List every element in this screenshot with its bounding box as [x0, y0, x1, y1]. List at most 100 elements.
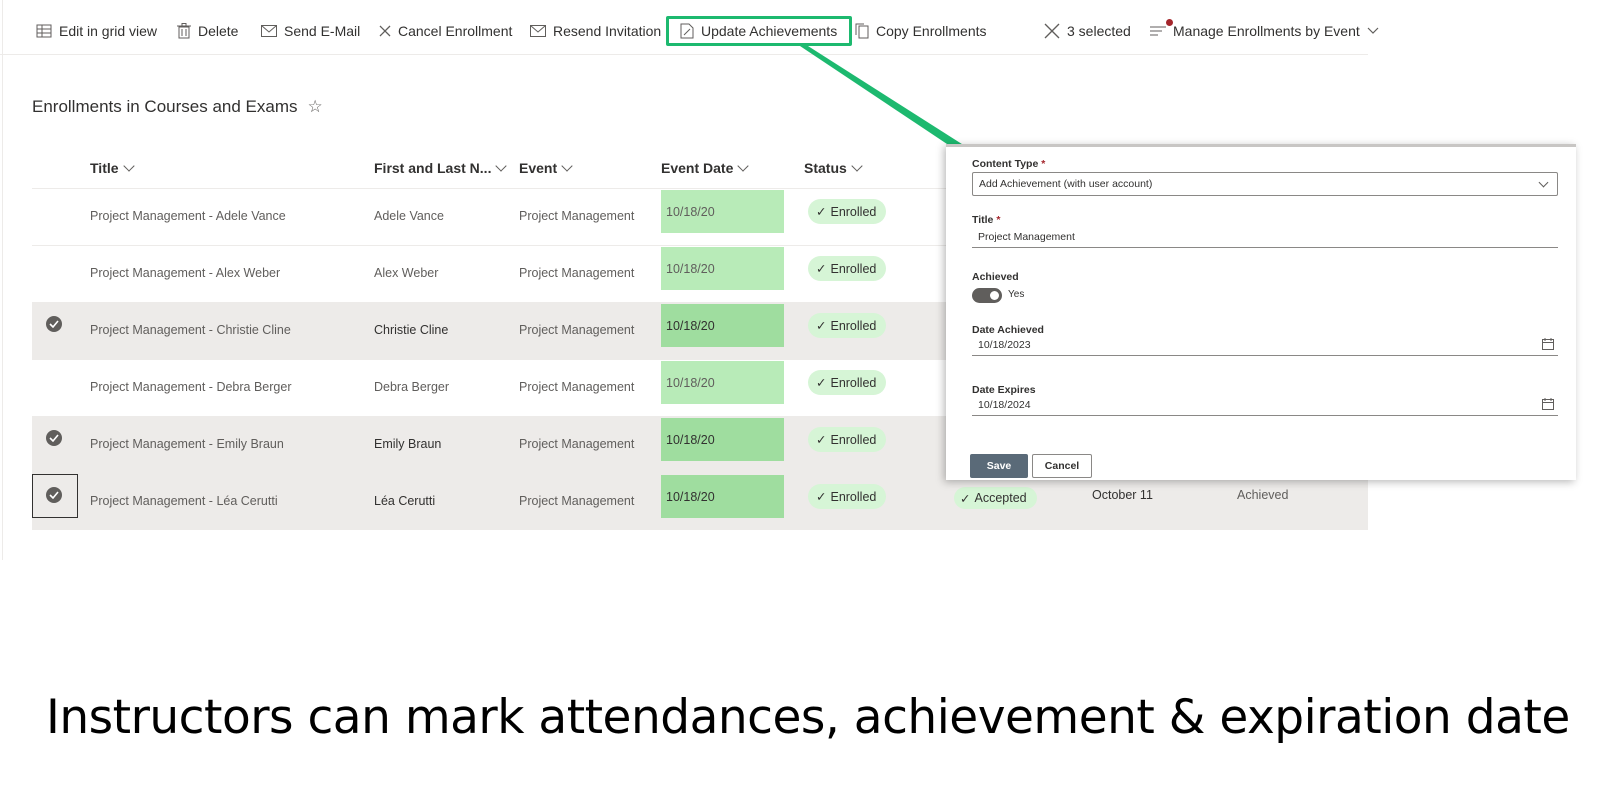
resend-invitation-label: Resend Invitation	[553, 23, 662, 39]
page-title: Enrollments in Courses and Exams ☆	[32, 97, 323, 117]
row-name: Alex Weber	[374, 266, 439, 280]
mail-icon	[261, 25, 277, 37]
resend-invitation-button[interactable]: Resend Invitation	[530, 14, 661, 48]
favorite-star-icon[interactable]: ☆	[308, 97, 323, 117]
row-date-text: October 11	[1092, 488, 1153, 502]
achieved-label: Achieved	[972, 271, 1019, 283]
chevron-down-icon	[122, 159, 135, 172]
delete-label: Delete	[198, 23, 239, 39]
row-event: Project Management	[519, 209, 635, 223]
column-header-title[interactable]: Title	[90, 148, 135, 188]
row-event-date: 10/18/20	[661, 247, 784, 290]
trash-icon	[177, 23, 191, 39]
chevron-down-icon	[495, 159, 508, 172]
check-icon: ✓	[816, 262, 827, 276]
delete-button[interactable]: Delete	[177, 14, 238, 48]
view-selector[interactable]: Manage Enrollments by Event	[1150, 14, 1379, 48]
achieved-toggle[interactable]	[972, 288, 1002, 303]
row-event-date: 10/18/20	[661, 475, 784, 518]
send-email-label: Send E-Mail	[284, 23, 361, 39]
copy-enrollments-label: Copy Enrollments	[876, 23, 987, 39]
cancel-enrollment-button[interactable]: Cancel Enrollment	[379, 14, 512, 48]
row-name: Léa Cerutti	[374, 494, 436, 508]
row-event: Project Management	[519, 266, 635, 280]
edit-grid-view-button[interactable]: Edit in grid view	[36, 14, 157, 48]
update-achievements-highlight	[666, 16, 852, 46]
row-title[interactable]: Project Management - Léa Cerutti	[90, 494, 278, 508]
send-email-button[interactable]: Send E-Mail	[261, 14, 360, 48]
notification-dot	[1166, 19, 1173, 26]
lines-icon	[1150, 26, 1166, 36]
column-header-event-date[interactable]: Event Date	[661, 148, 750, 188]
close-icon	[1044, 23, 1060, 39]
row-selected-check-icon[interactable]	[46, 487, 62, 503]
achieved-toggle-text: Yes	[1008, 289, 1025, 300]
check-icon: ✓	[816, 205, 827, 219]
row-event: Project Management	[519, 380, 635, 394]
status-badge: ✓ Enrolled	[808, 427, 887, 452]
command-bar: Edit in grid view Delete Send E-Mail Can…	[0, 0, 1379, 55]
chevron-down-icon	[851, 159, 863, 172]
column-header-status[interactable]: Status	[804, 148, 863, 188]
row-event-date: 10/18/20	[661, 418, 784, 461]
date-achieved-field[interactable]: 10/18/2023	[972, 334, 1558, 356]
row-name: Emily Braun	[374, 437, 442, 451]
row-title[interactable]: Project Management - Christie Cline	[90, 323, 291, 337]
row-title[interactable]: Project Management - Emily Braun	[90, 437, 284, 451]
status-badge: ✓ Enrolled	[808, 256, 887, 281]
cancel-button[interactable]: Cancel	[1032, 454, 1092, 478]
row-title[interactable]: Project Management - Adele Vance	[90, 209, 286, 223]
status-badge: ✓ Enrolled	[808, 199, 887, 224]
row-title[interactable]: Project Management - Alex Weber	[90, 266, 280, 280]
content-type-select[interactable]: Add Achievement (with user account)	[972, 172, 1558, 196]
row-event-date: 10/18/20	[661, 190, 784, 233]
check-icon: ✓	[816, 490, 827, 504]
status-badge: ✓ Enrolled	[808, 484, 887, 509]
cancel-enrollment-label: Cancel Enrollment	[398, 23, 513, 39]
calendar-icon[interactable]	[1542, 398, 1554, 410]
row-name: Adele Vance	[374, 209, 444, 223]
chevron-down-icon	[737, 159, 750, 172]
update-achievement-panel: Content Type * Add Achievement (with use…	[946, 144, 1576, 480]
calendar-icon[interactable]	[1542, 338, 1554, 350]
date-expires-field[interactable]: 10/18/2024	[972, 394, 1558, 416]
row-event: Project Management	[519, 323, 635, 337]
table-row[interactable]: Project Management - Léa Cerutti Léa Cer…	[32, 473, 1368, 530]
x-icon	[379, 25, 391, 37]
chevron-down-icon	[1367, 27, 1379, 34]
title-label: Title *	[972, 214, 1001, 226]
copy-enrollments-button[interactable]: Copy Enrollments	[855, 14, 987, 48]
clear-selection-button[interactable]: 3 selected	[1044, 14, 1131, 48]
save-button[interactable]: Save	[970, 454, 1028, 478]
copy-icon	[855, 23, 869, 39]
row-selected-check-icon[interactable]	[46, 430, 62, 446]
check-icon: ✓	[816, 319, 827, 333]
content-type-label: Content Type *	[972, 158, 1046, 170]
row-achievement: Achieved	[1237, 488, 1289, 502]
chevron-down-icon	[1538, 177, 1549, 188]
page-title-text: Enrollments in Courses and Exams	[32, 97, 298, 116]
row-event: Project Management	[519, 437, 635, 451]
row-event-date: 10/18/20	[661, 304, 784, 347]
row-name: Christie Cline	[374, 323, 449, 337]
check-icon: ✓	[816, 376, 827, 390]
row-title[interactable]: Project Management - Debra Berger	[90, 380, 291, 394]
check-icon: ✓	[816, 433, 827, 447]
selection-count: 3 selected	[1067, 23, 1131, 39]
chevron-down-icon	[561, 159, 573, 172]
mail-icon	[530, 25, 546, 37]
row-event: Project Management	[519, 494, 635, 508]
check-icon: ✓	[960, 491, 971, 506]
row-event-date: 10/18/20	[661, 361, 784, 404]
edit-grid-view-label: Edit in grid view	[59, 23, 158, 39]
video-caption: Instructors can mark attendances, achiev…	[46, 690, 1570, 745]
title-field[interactable]: Project Management	[972, 226, 1558, 248]
column-header-event[interactable]: Event	[519, 148, 573, 188]
view-selector-label: Manage Enrollments by Event	[1173, 23, 1360, 39]
column-header-name[interactable]: First and Last N...	[374, 148, 508, 188]
page-left-edge	[2, 0, 3, 560]
invitation-badge: ✓ Accepted	[954, 487, 1037, 509]
row-selected-check-icon[interactable]	[46, 316, 62, 332]
row-name: Debra Berger	[374, 380, 450, 394]
status-badge: ✓ Enrolled	[808, 370, 887, 395]
